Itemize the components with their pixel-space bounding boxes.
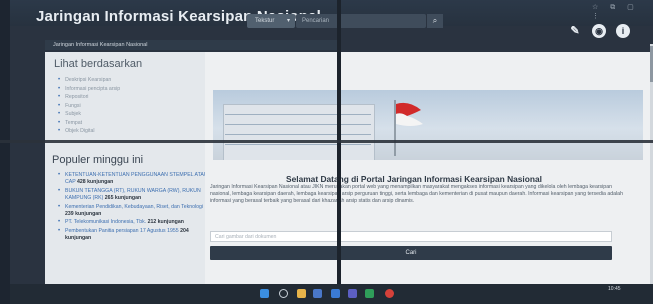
browse-by-list: Deskripsi Kearsipan Informasi pencipta a… — [58, 76, 120, 136]
building-stripe — [225, 124, 371, 125]
clock-time: 10:45 — [608, 286, 621, 292]
search-button[interactable]: ⌕ — [426, 14, 443, 28]
windows-icon[interactable] — [260, 289, 269, 298]
compass-icon[interactable]: ◉ — [592, 24, 606, 38]
search-icon: ⌕ — [432, 16, 438, 25]
welcome-title: Selamat Datang di Portal Jaringan Inform… — [286, 174, 542, 184]
breadcrumb[interactable]: Jaringan Informasi Kearsipan Nasional — [45, 40, 338, 50]
image-search-input[interactable]: Cari gambar dari dokumen — [210, 231, 612, 242]
info-icon[interactable]: i — [616, 24, 630, 38]
category-select-label: Tekstur — [255, 18, 275, 24]
chrome-icon[interactable] — [365, 289, 374, 298]
popular-item-link[interactable]: Kementerian Pendidikan, Kebudayaan, Rise… — [65, 204, 203, 210]
category-select[interactable]: Tekstur ▾ — [247, 14, 295, 28]
header-icon-group: ✎ ◉ i — [568, 24, 648, 42]
visit-count: 265 kunjungan — [104, 195, 142, 202]
teams-icon[interactable] — [348, 289, 357, 298]
monitor-seam-vertical — [337, 0, 341, 304]
search-submit-button[interactable]: Cari — [210, 246, 612, 260]
popular-item[interactable]: Pembentukan Panitia persiapan 17 Agustus… — [58, 228, 208, 243]
taskbar-clock[interactable]: 10:45 — [608, 286, 621, 292]
search-icon[interactable] — [279, 289, 288, 298]
browse-item[interactable]: Fungsi — [58, 102, 120, 111]
app-icon[interactable] — [385, 289, 394, 298]
browse-item[interactable]: Tempat — [58, 119, 120, 128]
browse-item[interactable]: Deskripsi Kearsipan — [58, 76, 120, 85]
visit-count: 428 kunjungan — [77, 179, 114, 186]
popular-item-link[interactable]: Pembentukan Panitia persiapan 17 Agustus… — [65, 228, 179, 234]
browser-toolbar-icons[interactable]: ☆ ⧉ ▢ ⋮ — [592, 3, 653, 20]
popular-item[interactable]: PT. Telekomunikasi Indonesia, Tbk. 212 k… — [58, 219, 208, 227]
wrench-icon[interactable]: ✎ — [568, 24, 582, 38]
browse-by-heading: Lihat berdasarkan — [54, 58, 143, 70]
building-stripe — [225, 144, 371, 145]
popular-heading: Populer minggu ini — [52, 154, 144, 166]
browse-item[interactable]: Objek Digital — [58, 127, 120, 136]
monitor-seam-horizontal — [0, 140, 653, 143]
browse-item[interactable]: Repositori — [58, 93, 120, 102]
chevron-down-icon: ▾ — [286, 18, 290, 24]
mail-icon[interactable] — [331, 289, 340, 298]
building-stripe — [225, 134, 371, 135]
browse-item[interactable]: Subjek — [58, 110, 120, 119]
popular-item[interactable]: KETENTUAN-KETENTUAN PENGGUNAAN STEMPEL A… — [58, 172, 208, 187]
file-explorer-icon[interactable] — [297, 289, 306, 298]
building-shape — [223, 104, 375, 160]
flag-icon — [394, 100, 423, 156]
folder-icon[interactable] — [313, 289, 322, 298]
popular-item[interactable]: BUKUN TETANGGA (RT), RUKUN WARGA (RW), R… — [58, 188, 208, 203]
search-input[interactable]: Pencarian — [296, 14, 426, 28]
popular-item-link[interactable]: PT. Telekomunikasi Indonesia, Tbk. — [65, 219, 146, 225]
building-stripe — [225, 114, 371, 115]
hero-banner-image — [213, 90, 643, 160]
browse-item[interactable]: Informasi pencipta arsip — [58, 85, 120, 94]
intro-paragraph: Jaringan Informasi Kearsipan Nasional at… — [210, 184, 623, 205]
visit-count: 212 kunjungan — [147, 219, 184, 226]
popular-item[interactable]: Kementerian Pendidikan, Kebudayaan, Rise… — [58, 204, 208, 219]
visit-count: 239 kunjungan — [65, 211, 102, 218]
popular-list: KETENTUAN-KETENTUAN PENGGUNAAN STEMPEL A… — [58, 172, 208, 244]
